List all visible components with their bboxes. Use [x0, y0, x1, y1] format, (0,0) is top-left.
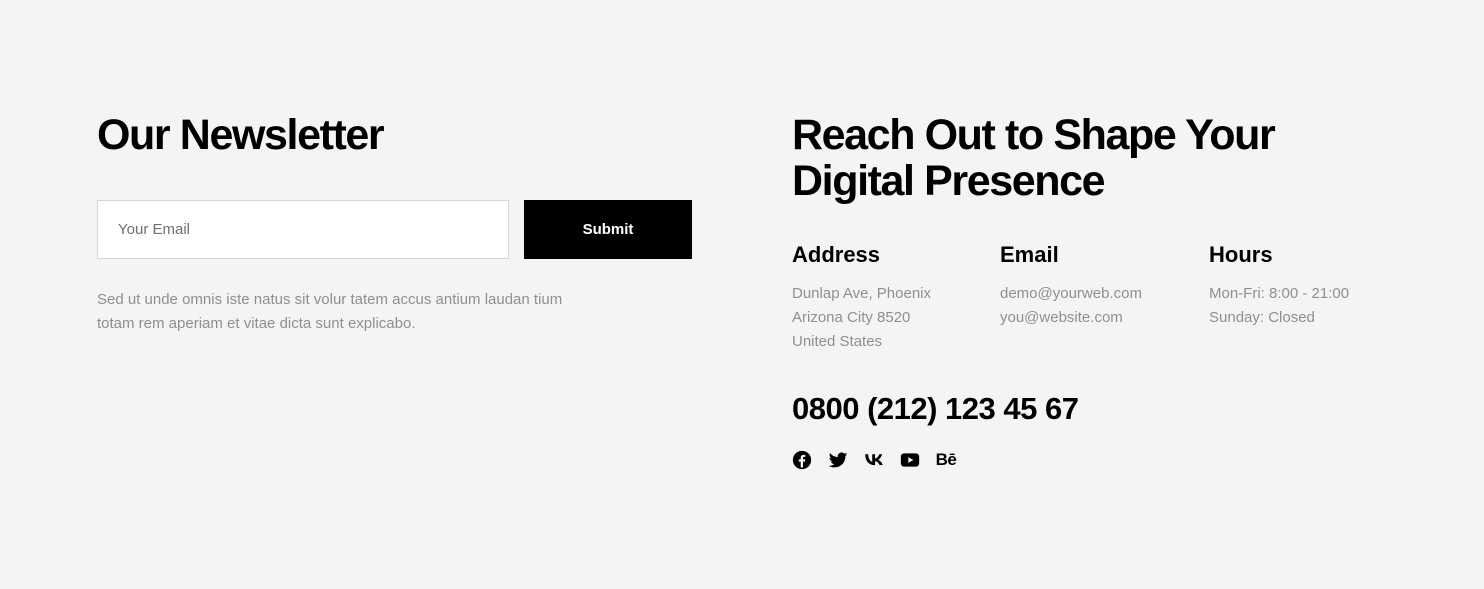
contact-block: Reach Out to Shape Your Digital Presence… — [792, 112, 1412, 470]
behance-label: Bē — [935, 450, 957, 469]
email-address[interactable]: you@website.com — [1000, 306, 1200, 330]
hours-column: Hours Mon-Fri: 8:00 - 21:00 Sunday: Clos… — [1209, 240, 1409, 330]
footer-section: Our Newsletter Submit Sed ut unde omnis … — [0, 0, 1484, 589]
newsletter-description: Sed ut unde omnis iste natus sit volur t… — [97, 288, 617, 336]
vk-icon[interactable] — [864, 450, 884, 470]
facebook-icon[interactable] — [792, 450, 812, 470]
contact-title: Reach Out to Shape Your Digital Presence — [792, 112, 1312, 204]
email-address[interactable]: demo@yourweb.com — [1000, 282, 1200, 306]
contact-title-line: Digital Presence — [792, 157, 1106, 205]
youtube-icon[interactable] — [900, 450, 920, 470]
address-line: Arizona City 8520 — [792, 309, 911, 326]
hours-line: Mon-Fri: 8:00 - 21:00 — [1209, 285, 1350, 302]
contact-title-line: Reach Out to Shape Your — [792, 111, 1276, 159]
email-heading: Email — [1000, 242, 1059, 267]
newsletter-block: Our Newsletter Submit Sed ut unde omnis … — [97, 111, 697, 332]
submit-button[interactable]: Submit — [524, 200, 692, 259]
email-input[interactable] — [97, 200, 509, 259]
phone-number[interactable]: 0800 (212) 123 45 67 — [792, 390, 1079, 428]
social-links: Bē — [792, 448, 972, 472]
address-line: United States — [792, 333, 883, 350]
newsletter-description-line: Sed ut unde omnis iste natus sit volur t… — [97, 291, 563, 308]
hours-heading: Hours — [1209, 242, 1273, 267]
newsletter-description-line: totam rem aperiam et vitae dicta sunt ex… — [97, 315, 416, 332]
behance-icon[interactable]: Bē — [935, 450, 957, 470]
newsletter-title: Our Newsletter — [97, 111, 385, 159]
address-line: Dunlap Ave, Phoenix — [792, 285, 931, 302]
email-column: Email demo@yourweb.com you@website.com — [1000, 240, 1200, 330]
address-column: Address Dunlap Ave, Phoenix Arizona City… — [792, 240, 992, 354]
hours-line: Sunday: Closed — [1209, 309, 1315, 326]
newsletter-form: Submit — [97, 200, 692, 259]
address-heading: Address — [792, 242, 881, 267]
twitter-icon[interactable] — [828, 450, 848, 470]
contact-info: Address Dunlap Ave, Phoenix Arizona City… — [792, 240, 1412, 370]
